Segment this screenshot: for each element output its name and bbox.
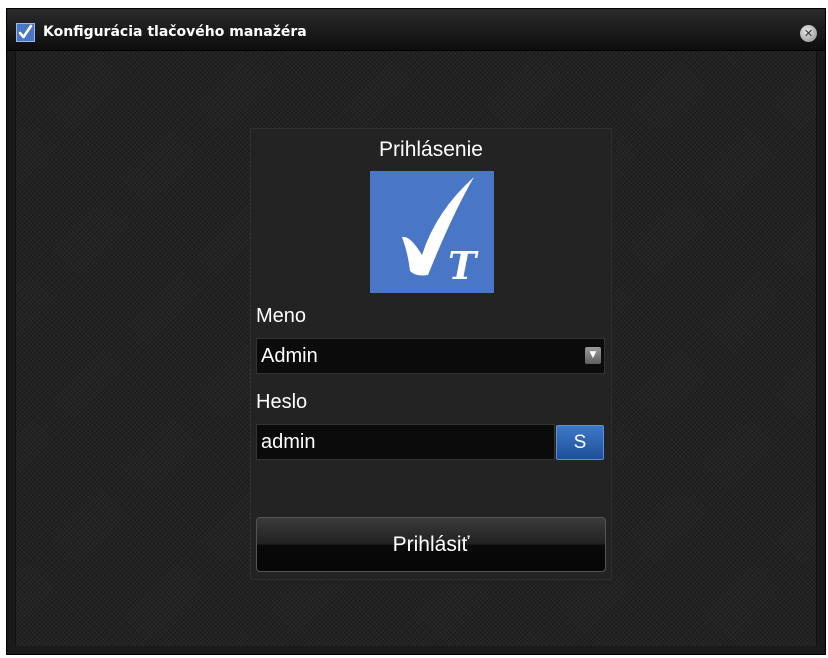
username-select[interactable]: Admin ▼ [256, 338, 605, 374]
close-icon: ✕ [803, 27, 814, 40]
content-area: Prihlásenie T Meno Admin ▼ Heslo admin S… [15, 51, 817, 646]
name-label: Meno [256, 305, 307, 327]
close-button[interactable]: ✕ [800, 25, 817, 42]
password-label: Heslo [256, 391, 308, 413]
dropdown-arrow-button[interactable]: ▼ [585, 347, 601, 364]
title-bar[interactable]: Konfigurácia tlačového manažéra ✕ [7, 9, 825, 51]
password-value: admin [261, 431, 316, 453]
logo-letter: T [448, 243, 479, 288]
login-heading: Prihlásenie [379, 138, 483, 161]
username-value: Admin [261, 345, 318, 367]
password-input[interactable]: admin [256, 424, 555, 460]
chevron-down-icon: ▼ [589, 350, 597, 360]
login-panel: Prihlásenie T Meno Admin ▼ Heslo admin S… [250, 128, 612, 580]
app-checkmark-icon [16, 23, 35, 42]
login-button[interactable]: Prihlásiť [256, 517, 606, 572]
config-window: Konfigurácia tlačového manažéra ✕ Prihlá… [6, 8, 826, 655]
show-password-button[interactable]: S [556, 425, 604, 460]
checkmark-logo-icon: T [370, 171, 494, 293]
window-title: Konfigurácia tlačového manažéra [43, 24, 307, 40]
